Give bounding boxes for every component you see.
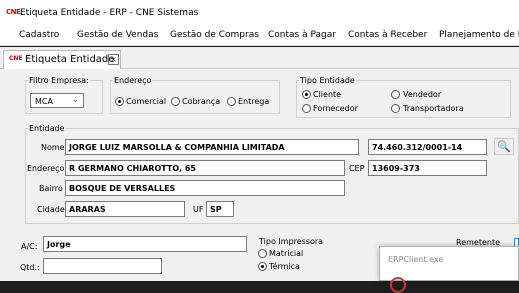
cne-logo-icon: CNE <box>9 55 23 62</box>
cep-field[interactable]: 13609-373 <box>368 160 487 176</box>
qtd-label: Qtd.: <box>20 263 40 272</box>
nome-label: Nome <box>41 143 65 152</box>
close-tab-icon[interactable]: × <box>108 54 119 65</box>
ac-field[interactable]: Jorge <box>43 236 247 252</box>
qtd-field[interactable] <box>43 258 162 274</box>
endereco-field[interactable]: R GERMANO CHIAROTTO, 65 <box>65 160 345 176</box>
radio-cliente-label: Cliente <box>313 90 342 99</box>
ac-label: A/C: <box>21 242 38 251</box>
radio-entrega-label: Entrega <box>238 97 270 106</box>
cnpj-field[interactable]: 74.460.312/0001-14 <box>368 139 487 155</box>
erpclient-dialog[interactable]: ERPClient.exe <box>379 246 519 293</box>
menu-contas-pagar[interactable]: Contas à Pagar <box>268 30 336 40</box>
radio-transportadora[interactable] <box>391 104 400 113</box>
endereco-group: Endereço <box>110 76 280 114</box>
cidade-label: Cidade <box>37 205 65 214</box>
radio-fornecedor[interactable] <box>302 104 311 113</box>
bairro-field[interactable]: BOSQUE DE VERSALLES <box>65 180 345 196</box>
menu-gestao-vendas[interactable]: Gestão de Vendas <box>77 30 158 40</box>
radio-cliente[interactable] <box>302 90 311 99</box>
menu-cadastro[interactable]: Cadastro <box>19 30 59 40</box>
radio-comercial-label: Comercial <box>126 97 167 106</box>
search-entidade-button[interactable]: 🔍 <box>494 138 514 155</box>
radio-termica[interactable] <box>258 262 267 271</box>
tipo-entidade-legend: Tipo Entidade <box>300 76 355 85</box>
radio-matricial-label: Matricial <box>269 249 304 258</box>
tab-etiqueta-entidade[interactable]: CNE Etiqueta Entidade × <box>3 50 121 69</box>
app-logo-icon: CNE <box>6 8 21 16</box>
dialog-title: ERPClient.exe <box>388 255 444 264</box>
endereco-label: Endereço <box>27 164 65 173</box>
tab-strip: CNE Etiqueta Entidade × <box>0 47 519 69</box>
error-icon <box>390 277 406 293</box>
radio-vendedor-label: Vendedor <box>403 90 442 99</box>
radio-comercial[interactable] <box>115 97 124 106</box>
radio-cobranca-label: Cobrança <box>182 97 221 106</box>
menu-gestao-compras[interactable]: Gestão de Compras <box>170 30 259 40</box>
filtro-empresa-label: Filtro Empresa: <box>29 76 89 85</box>
radio-fornecedor-label: Fornecedor <box>313 104 358 113</box>
radio-entrega[interactable] <box>227 97 236 106</box>
chevron-down-icon: ⌄ <box>71 95 79 105</box>
title-bar: CNE Etiqueta Entidade - ERP - CNE Sistem… <box>0 0 519 26</box>
tab-label: Etiqueta Entidade <box>25 54 115 65</box>
menu-contas-receber[interactable]: Contas à Receber <box>348 30 427 40</box>
cidade-field[interactable]: ARARAS <box>65 201 185 217</box>
radio-transportadora-label: Transportadora <box>403 104 464 113</box>
radio-vendedor[interactable] <box>391 90 400 99</box>
uf-field[interactable]: SP <box>206 201 234 217</box>
radio-cobranca[interactable] <box>171 97 180 106</box>
filtro-empresa-select[interactable]: MCA ⌄ <box>30 93 84 108</box>
menu-bar: Cadastro Gestão de Vendas Gestão de Comp… <box>0 26 519 46</box>
binoculars-icon: 🔍 <box>497 140 511 153</box>
radio-matricial[interactable] <box>258 249 267 258</box>
tipo-impressora-label: Tipo Impressora <box>259 237 324 246</box>
window-title: Etiqueta Entidade - ERP - CNE Sistemas <box>20 8 199 18</box>
uf-label: UF <box>193 205 204 214</box>
nome-field[interactable]: JORGE LUIZ MARSOLLA & COMPANHIA LIMITADA <box>65 139 359 155</box>
bairro-label: Bairro <box>39 184 63 193</box>
entidade-legend: Entidade <box>29 124 65 133</box>
menu-planejamento[interactable]: Planejamento de Pr <box>439 30 519 40</box>
cep-label: CEP <box>349 164 365 173</box>
radio-termica-label: Térmica <box>269 262 300 271</box>
filtro-empresa-value: MCA <box>35 97 53 106</box>
endereco-legend: Endereço <box>114 76 152 85</box>
